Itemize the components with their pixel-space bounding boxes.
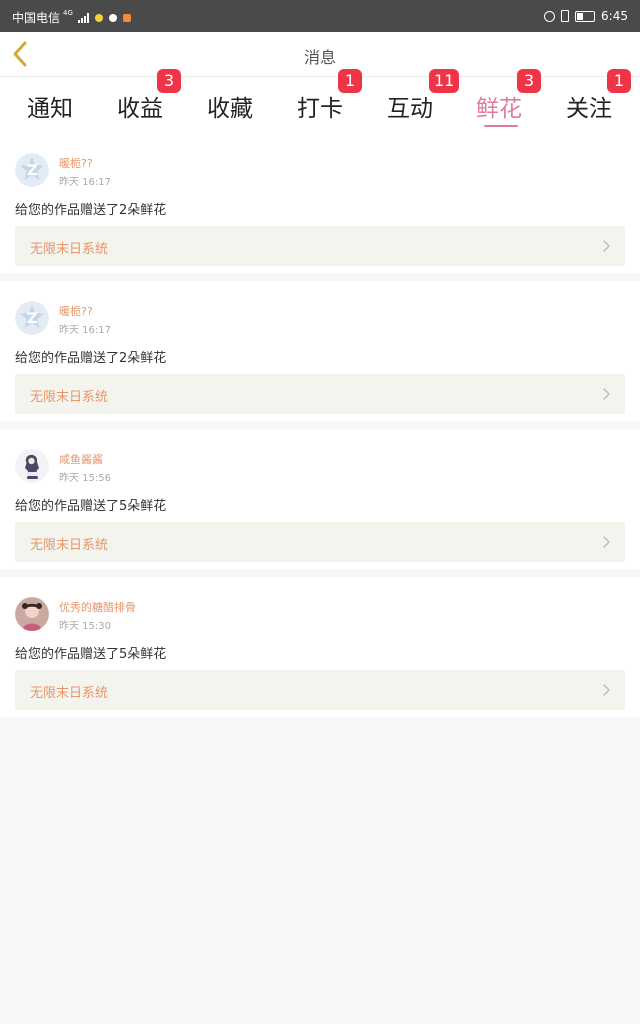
user-name[interactable]: 优秀的糖醋排骨 xyxy=(59,599,136,615)
page-title: 消息 xyxy=(303,48,336,67)
work-link[interactable]: 无限末日系统 xyxy=(15,670,625,710)
message-time: 昨天 16:17 xyxy=(59,325,111,336)
work-link[interactable]: 无限末日系统 xyxy=(15,226,625,266)
tab-label: 互动 xyxy=(387,96,433,122)
message-time: 昨天 15:56 xyxy=(59,473,111,484)
message-card: 暖栀?? 昨天 16:17 给您的作品赠送了2朵鲜花无限末日系统 xyxy=(0,133,640,273)
tab-badge: 1 xyxy=(338,69,362,93)
active-tab-indicator xyxy=(484,125,518,127)
tab-notice[interactable]: 通知 xyxy=(15,77,85,133)
work-title: 无限末日系统 xyxy=(30,538,109,553)
tab-label: 鲜花 xyxy=(476,96,522,122)
work-title: 无限末日系统 xyxy=(30,242,109,257)
chevron-right-icon xyxy=(603,684,610,696)
message-text: 给您的作品赠送了5朵鲜花 xyxy=(15,499,167,514)
clock-label: 6:45 xyxy=(601,9,628,23)
vibrate-icon xyxy=(561,10,570,22)
tab-badge: 3 xyxy=(157,69,181,93)
work-title: 无限末日系统 xyxy=(30,686,109,701)
message-card: 优秀的糖醋排骨昨天 15:30 给您的作品赠送了5朵鲜花无限末日系统 xyxy=(0,577,640,717)
user-name[interactable]: 暖栀?? xyxy=(59,155,93,171)
signal-icon xyxy=(77,12,89,23)
message-card: 暖栀?? 昨天 16:17 给您的作品赠送了2朵鲜花无限末日系统 xyxy=(0,281,640,421)
tab-flowers[interactable]: 鲜花 3 xyxy=(464,69,541,133)
tab-label: 收益 xyxy=(117,96,163,122)
user-avatar[interactable] xyxy=(15,449,49,483)
tab-bar: 通知 收益 3 收藏 打卡 1 互动 11 鲜花 3 关注 1 xyxy=(0,69,640,133)
tab-checkin[interactable]: 打卡 1 xyxy=(285,69,362,133)
header-bar: 消息 xyxy=(0,32,640,77)
network-label: 4G xyxy=(63,9,73,17)
work-link[interactable]: 无限末日系统 xyxy=(15,374,625,414)
wechat-icon xyxy=(108,13,117,22)
tab-badge: 1 xyxy=(607,69,631,93)
tab-label: 关注 xyxy=(566,96,612,122)
message-text: 给您的作品赠送了2朵鲜花 xyxy=(15,351,167,366)
tab-badge: 11 xyxy=(429,69,460,93)
battery-icon xyxy=(575,10,596,22)
user-avatar[interactable] xyxy=(15,301,49,335)
tab-interaction[interactable]: 互动 11 xyxy=(375,69,460,133)
message-time: 昨天 16:17 xyxy=(59,177,111,188)
status-bar: 中国电信 4G 6:45 xyxy=(0,0,640,32)
tab-badge: 3 xyxy=(517,69,541,93)
work-link[interactable]: 无限末日系统 xyxy=(15,522,625,562)
tab-label: 收藏 xyxy=(207,96,253,122)
tab-label: 通知 xyxy=(27,96,73,122)
tab-favorites[interactable]: 收藏 xyxy=(195,77,265,133)
user-avatar[interactable] xyxy=(15,153,49,187)
message-time: 昨天 15:30 xyxy=(59,621,111,632)
message-text: 给您的作品赠送了2朵鲜花 xyxy=(15,203,167,218)
alarm-icon xyxy=(544,10,556,22)
chevron-right-icon xyxy=(603,240,610,252)
tab-income[interactable]: 收益 3 xyxy=(105,69,181,133)
work-title: 无限末日系统 xyxy=(30,390,109,405)
user-avatar[interactable] xyxy=(15,597,49,631)
message-card: 咸鱼酱酱昨天 15:56 给您的作品赠送了5朵鲜花无限末日系统 xyxy=(0,429,640,569)
message-text: 给您的作品赠送了5朵鲜花 xyxy=(15,647,167,662)
carrier-label: 中国电信 xyxy=(12,11,61,25)
chevron-right-icon xyxy=(603,388,610,400)
notification-icon xyxy=(94,13,103,22)
tab-follow[interactable]: 关注 1 xyxy=(554,69,631,133)
status-right: 6:45 xyxy=(544,9,628,23)
tab-label: 打卡 xyxy=(297,96,343,122)
chevron-right-icon xyxy=(603,536,610,548)
user-name[interactable]: 咸鱼酱酱 xyxy=(59,451,103,467)
user-name[interactable]: 暖栀?? xyxy=(59,303,93,319)
app-icon xyxy=(122,13,131,22)
status-left: 中国电信 4G xyxy=(12,9,131,26)
